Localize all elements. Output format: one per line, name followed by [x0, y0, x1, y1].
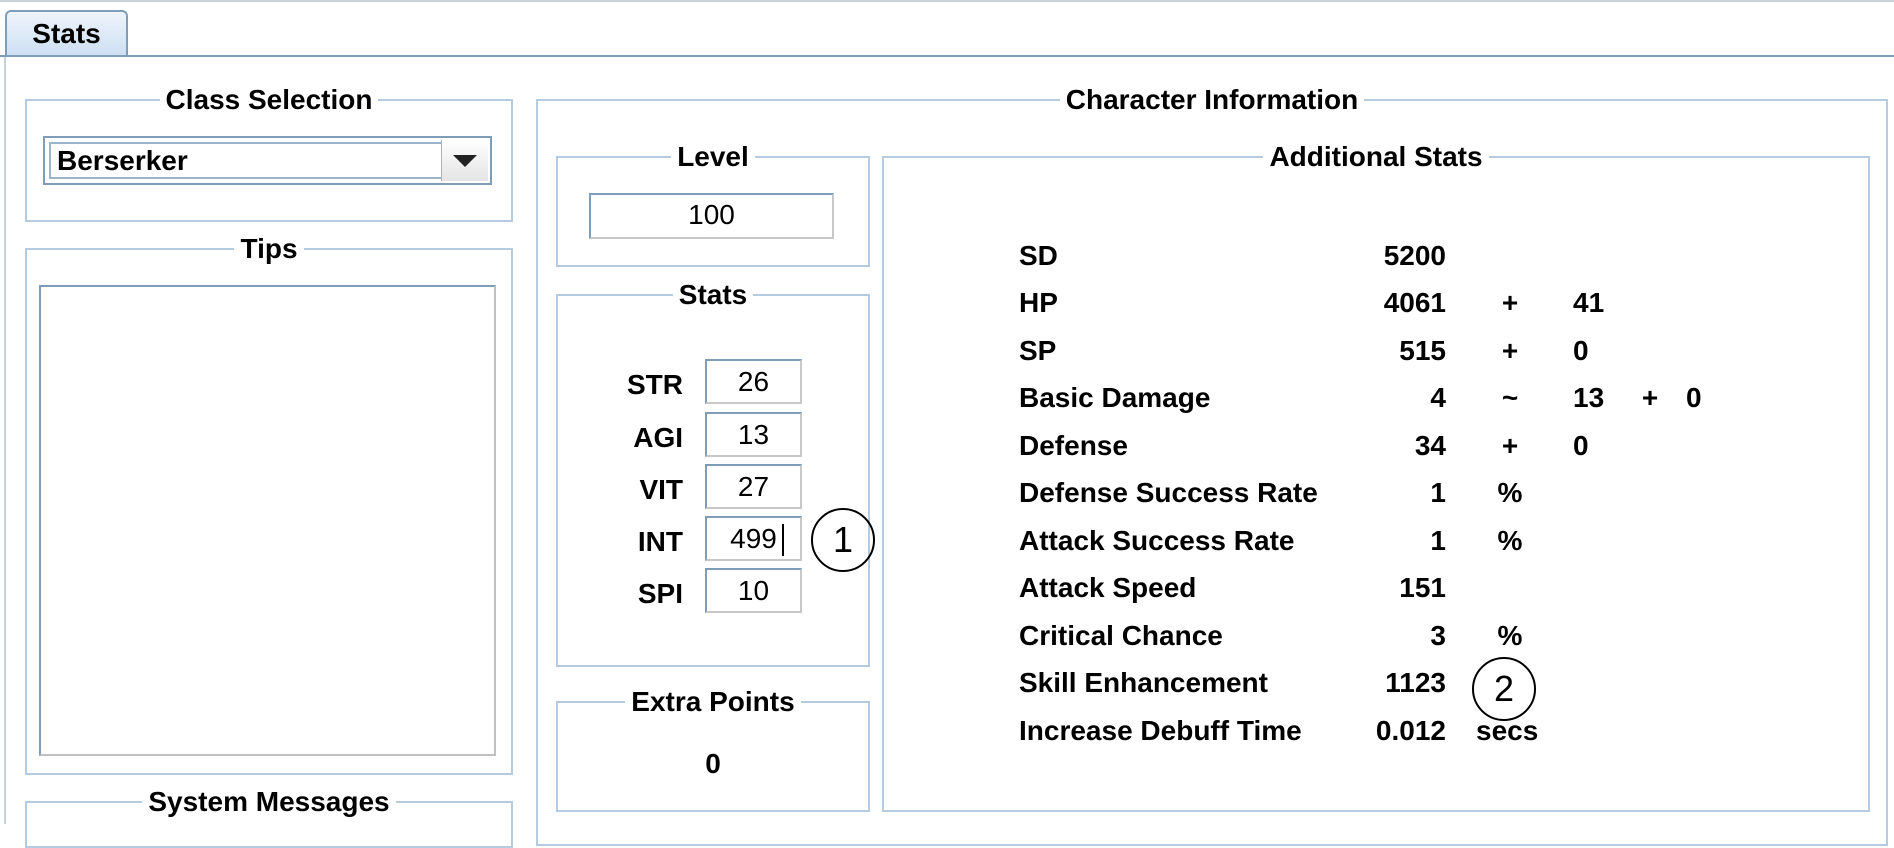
stat-name-attack-success-rate: Attack Success Rate [1019, 525, 1295, 556]
spi-input[interactable]: 10 [705, 568, 802, 613]
class-select-value: Berserker [49, 142, 443, 179]
vit-input[interactable]: 27 [705, 464, 802, 509]
stat-label-str: STR [627, 369, 683, 400]
stat-name-increase-debuff-time: Increase Debuff Time [1019, 715, 1302, 746]
tips-legend: Tips [240, 233, 298, 264]
tab-stats[interactable]: Stats [5, 10, 128, 56]
stat-name-defense: Defense [1019, 430, 1128, 461]
stat-bonus-defense: 0 [1573, 430, 1589, 461]
stat-value-increase-debuff-time: 0.012 [1375, 715, 1446, 746]
stat-bonus-hp: 41 [1573, 287, 1605, 318]
annotation-marker-1: 1 [811, 508, 875, 572]
annotation-marker-2: 2 [1472, 657, 1536, 721]
stat-value-critical-chance: 3 [1430, 620, 1446, 651]
stat-value-hp: 4061 [1383, 287, 1446, 318]
system-messages-legend: System Messages [148, 786, 390, 817]
int-input[interactable]: 499 [705, 516, 802, 561]
stat-label-vit: VIT [639, 474, 683, 505]
character-information-legend: Character Information [1065, 84, 1359, 115]
str-input[interactable]: 26 [705, 359, 802, 404]
stat-unit-defense-success-rate: % [1497, 477, 1523, 508]
stat-value-attack-speed: 151 [1399, 572, 1446, 603]
stat-bonus-basic-damage: 0 [1686, 382, 1702, 413]
stat-value-basic-damage-min: 4 [1430, 382, 1446, 413]
stat-bonus-sp: 0 [1573, 335, 1589, 366]
stat-name-attack-speed: Attack Speed [1019, 572, 1197, 603]
stat-label-int: INT [637, 526, 683, 557]
text-caret [782, 524, 784, 556]
extra-points-value: 0 [705, 748, 721, 779]
system-messages-group: System Messages [25, 788, 513, 848]
extra-points-legend: Extra Points [631, 686, 795, 717]
level-legend: Level [677, 141, 749, 172]
tips-textarea[interactable] [39, 285, 496, 756]
additional-stats-legend: Additional Stats [1269, 141, 1483, 172]
stats-legend: Stats [678, 279, 748, 310]
stat-name-sd: SD [1019, 240, 1058, 271]
stat-name-basic-damage: Basic Damage [1019, 382, 1211, 413]
stat-op-basic-damage: ~ [1501, 382, 1519, 413]
stat-value-sp: 515 [1399, 335, 1446, 366]
agi-input[interactable]: 13 [705, 412, 802, 457]
stat-name-hp: HP [1019, 287, 1058, 318]
stat-name-skill-enhancement: Skill Enhancement [1019, 667, 1268, 698]
stat-value-defense-success-rate: 1 [1430, 477, 1446, 508]
stat-value-basic-damage-max: 13 [1573, 382, 1605, 413]
stat-unit-attack-success-rate: % [1497, 525, 1523, 556]
class-select[interactable]: Berserker [43, 136, 492, 185]
stat-op-defense: + [1501, 430, 1519, 461]
stat-value-defense: 34 [1414, 430, 1446, 461]
stat-op-sp: + [1501, 335, 1519, 366]
stat-value-attack-success-rate: 1 [1430, 525, 1446, 556]
stat-name-defense-success-rate: Defense Success Rate [1019, 477, 1318, 508]
stat-op2-basic-damage: + [1641, 382, 1659, 413]
stat-op-hp: + [1501, 287, 1519, 318]
stat-label-agi: AGI [633, 422, 683, 453]
stat-name-critical-chance: Critical Chance [1019, 620, 1223, 651]
stat-value-sd: 5200 [1383, 240, 1446, 271]
class-selection-legend: Class Selection [165, 84, 373, 115]
stat-value-skill-enhancement: 1123 [1385, 667, 1446, 698]
stat-name-sp: SP [1019, 335, 1057, 366]
level-input[interactable]: 100 [589, 193, 834, 239]
stat-unit-critical-chance: % [1497, 620, 1523, 651]
chevron-down-icon[interactable] [441, 140, 488, 181]
stat-label-spi: SPI [637, 578, 683, 609]
window-top-border [0, 0, 1894, 2]
